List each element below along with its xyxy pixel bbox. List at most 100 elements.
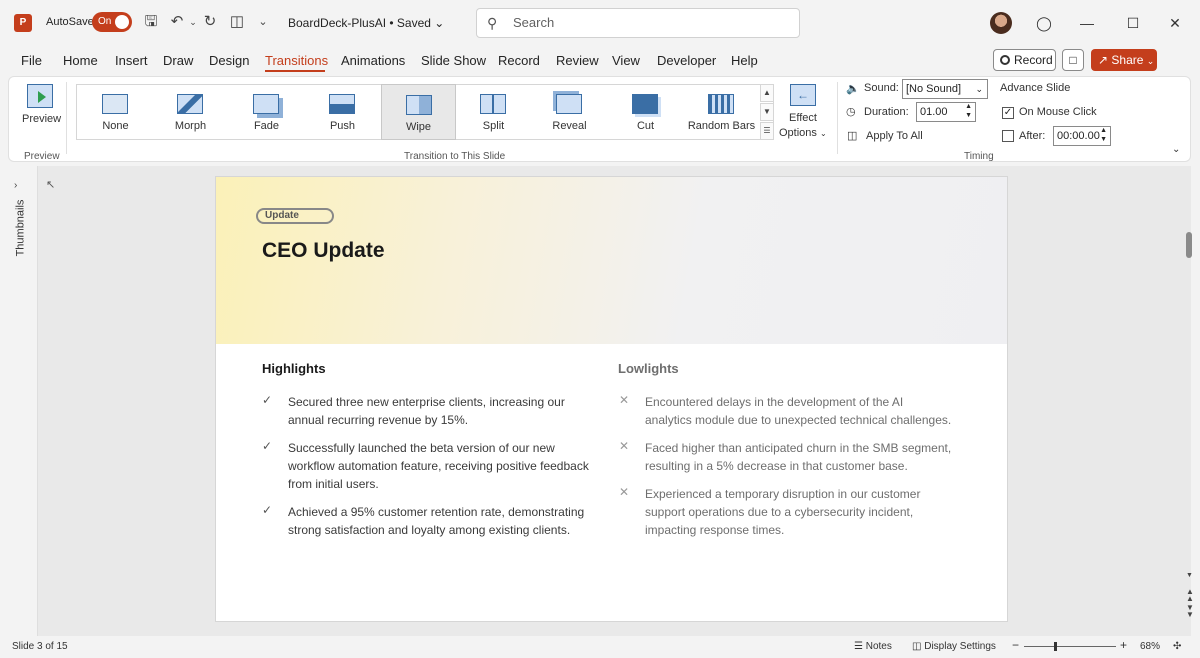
search-input[interactable] (513, 15, 773, 30)
previous-slide-icon[interactable]: ▲ ▲ (1186, 588, 1194, 603)
tab-draw[interactable]: Draw (163, 53, 193, 68)
cross-icon: ✕ (619, 485, 630, 499)
check-icon: ✓ (262, 503, 273, 517)
zoom-slider-handle[interactable] (1054, 642, 1057, 651)
record-button[interactable]: Record (993, 49, 1056, 71)
lowlight-line: Encountered delays in the development of… (645, 395, 904, 409)
gallery-scroll-down[interactable]: ▼ (760, 103, 774, 121)
document-title[interactable]: BoardDeck-PlusAI • Saved ⌄ (288, 16, 444, 30)
transition-label: None (102, 120, 129, 132)
transition-none[interactable]: None (78, 84, 153, 140)
none-transition-icon (102, 94, 128, 114)
fit-slide-icon[interactable]: ✣ (1173, 641, 1181, 652)
transition-morph[interactable]: Morph (153, 84, 228, 140)
customize-icon[interactable]: ⌄ (253, 12, 273, 32)
lowlights-title[interactable]: Lowlights (618, 361, 679, 376)
effect-options-label[interactable]: Effect (789, 112, 817, 124)
gallery-scroll-up[interactable]: ▲ (760, 84, 774, 102)
tab-view[interactable]: View (612, 53, 640, 68)
transition-label: Random Bars (687, 120, 756, 132)
effect-options-button[interactable]: Options ⌄ (779, 127, 827, 139)
tab-developer[interactable]: Developer (657, 53, 716, 68)
autosave-toggle[interactable]: On (92, 12, 132, 32)
highlight-item[interactable]: Achieved a 95% customer retention rate, … (288, 503, 584, 539)
highlights-title[interactable]: Highlights (262, 361, 326, 376)
zoom-level[interactable]: 68% (1140, 641, 1160, 652)
highlight-item[interactable]: Successfully launched the beta version o… (288, 439, 589, 493)
tab-review[interactable]: Review (556, 53, 599, 68)
thumbnails-label[interactable]: Thumbnails (14, 200, 26, 257)
comments-button[interactable]: □ (1062, 49, 1084, 71)
transition-group-label: Transition to This Slide (404, 151, 506, 162)
lowlight-item[interactable]: Experienced a temporary disruption in ou… (645, 485, 920, 539)
transition-fade[interactable]: Fade (229, 84, 304, 140)
preview-icon[interactable] (27, 84, 53, 108)
avatar[interactable] (990, 12, 1012, 34)
update-badge[interactable]: Update (256, 208, 334, 224)
lowlight-item[interactable]: Faced higher than anticipated churn in t… (645, 439, 951, 475)
transition-wipe[interactable]: Wipe (381, 84, 456, 140)
save-icon[interactable]: 🖫 (141, 12, 161, 32)
transition-cut[interactable]: Cut (608, 84, 683, 140)
lightbulb-icon[interactable]: ◯ (1029, 10, 1059, 36)
effect-options-icon[interactable]: ← (790, 84, 816, 106)
notes-button[interactable]: ☰ Notes (854, 641, 892, 652)
spinner-icon[interactable]: ▲ ▼ (1100, 126, 1107, 144)
tab-home[interactable]: Home (63, 53, 98, 68)
transition-push[interactable]: Push (305, 84, 380, 140)
tab-transitions[interactable]: Transitions (265, 53, 328, 68)
tab-animations[interactable]: Animations (341, 53, 405, 68)
fade-transition-icon (253, 94, 279, 114)
tab-record[interactable]: Record (498, 53, 540, 68)
lowlight-line: support operations due to a cybersecurit… (645, 505, 914, 519)
apply-to-all-button[interactable]: Apply To All (866, 130, 923, 142)
slide-counter[interactable]: Slide 3 of 15 (12, 641, 68, 652)
present-icon[interactable]: ◫ (227, 12, 247, 32)
scroll-down-arrow-icon[interactable]: ▼ (1186, 572, 1193, 579)
slide-canvas[interactable]: Update CEO Update Highlights Lowlights ✓… (215, 176, 1008, 622)
transition-split[interactable]: Split (456, 84, 531, 140)
minimize-button[interactable]: — (1072, 10, 1102, 36)
expand-thumbnails-icon[interactable]: › (14, 180, 17, 191)
maximize-button[interactable]: ☐ (1118, 10, 1148, 36)
spinner-icon[interactable]: ▲ ▼ (965, 102, 972, 120)
tab-help[interactable]: Help (731, 53, 758, 68)
tab-file[interactable]: File (21, 53, 42, 68)
next-slide-icon[interactable]: ▼ ▼ (1186, 604, 1194, 619)
wipe-transition-icon (406, 95, 432, 115)
search-box[interactable]: ⚲ (476, 8, 800, 38)
display-settings-button[interactable]: ◫ Display Settings (912, 641, 996, 652)
notes-icon: ☰ (854, 641, 863, 652)
effect-options-text: Options (779, 127, 817, 139)
slide-title[interactable]: CEO Update (262, 239, 385, 263)
preview-button[interactable]: Preview (22, 113, 61, 125)
share-button[interactable]: ↗ Share ⌄ (1091, 49, 1157, 71)
after-checkbox[interactable] (1002, 130, 1014, 142)
zoom-out-button[interactable]: − (1012, 638, 1019, 652)
duration-input[interactable]: 01.00 ▲ ▼ (916, 102, 976, 122)
after-time-input[interactable]: 00:00.00 ▲ ▼ (1053, 126, 1111, 146)
lowlight-item[interactable]: Encountered delays in the development of… (645, 393, 951, 429)
on-mouse-click-checkbox[interactable]: ✓ (1002, 107, 1014, 119)
transition-random-bars[interactable]: Random Bars (684, 84, 759, 140)
highlight-item[interactable]: Secured three new enterprise clients, in… (288, 393, 565, 429)
redo-icon[interactable]: ↻ (200, 12, 220, 32)
tab-insert[interactable]: Insert (115, 53, 148, 68)
timing-group-label: Timing (964, 151, 994, 162)
transition-label: Fade (253, 120, 280, 132)
chevron-down-icon: ⌄ (1146, 56, 1155, 66)
random-bars-transition-icon (708, 94, 734, 114)
transition-label: Morph (174, 120, 207, 132)
zoom-slider[interactable] (1024, 646, 1116, 647)
vertical-scrollbar-thumb[interactable] (1186, 232, 1192, 258)
chevron-down-icon: ⌄ (975, 84, 983, 94)
gallery-more-button[interactable]: ☰ (760, 122, 774, 140)
close-button[interactable]: ✕ (1160, 10, 1190, 36)
sound-dropdown[interactable]: [No Sound] ⌄ (902, 79, 988, 99)
zoom-in-button[interactable]: + (1120, 638, 1127, 652)
tab-slide-show[interactable]: Slide Show (421, 53, 486, 68)
collapse-ribbon-icon[interactable]: ⌄ (1172, 144, 1180, 155)
transition-reveal[interactable]: Reveal (532, 84, 607, 140)
title-bar: P AutoSave On 🖫 ↶ ⌄ ↻ ◫ ⌄ BoardDeck-Plus… (0, 0, 1200, 46)
tab-design[interactable]: Design (209, 53, 249, 68)
